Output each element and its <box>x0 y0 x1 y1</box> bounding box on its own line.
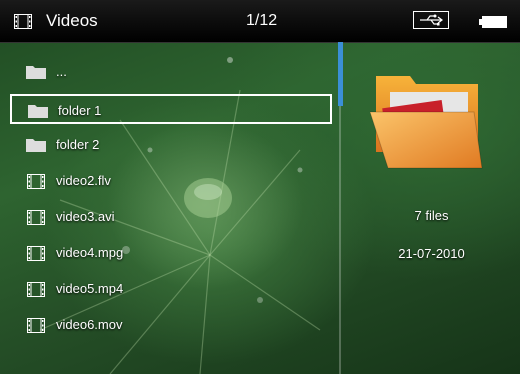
list-item[interactable]: folder 1 <box>10 94 332 124</box>
item-label: video6.mov <box>56 317 123 332</box>
usb-icon <box>413 11 449 29</box>
item-label: video2.flv <box>56 173 111 188</box>
list-item[interactable]: video3.avi <box>10 202 332 232</box>
film-icon <box>27 318 45 333</box>
list-item[interactable]: video2.flv <box>10 166 332 196</box>
page-title: Videos <box>46 11 98 30</box>
battery-icon <box>479 16 507 28</box>
film-icon <box>27 210 45 225</box>
list-item[interactable]: ... <box>10 57 332 87</box>
film-icon <box>27 174 45 189</box>
folder-icon <box>28 105 48 118</box>
folder-preview-icon <box>370 76 483 169</box>
item-counter: 1/12 <box>246 12 278 29</box>
item-label: folder 1 <box>58 103 102 118</box>
folder-date: 21-07-2010 <box>398 246 465 261</box>
item-label: video5.mp4 <box>56 281 124 296</box>
list-item[interactable]: folder 2 <box>10 130 332 160</box>
film-icon <box>27 246 45 261</box>
scrollbar[interactable] <box>338 42 343 106</box>
folder-icon <box>26 66 46 79</box>
list-item[interactable]: video6.mov <box>10 310 332 340</box>
item-label: video3.avi <box>56 209 115 224</box>
film-icon <box>14 14 32 29</box>
item-label: folder 2 <box>56 137 100 152</box>
media-browser-screen: Videos 1/12 ... folder 1 folder 2 video2… <box>0 0 520 374</box>
list-item[interactable]: video4.mpg <box>10 238 332 268</box>
list-item[interactable]: video5.mp4 <box>10 274 332 304</box>
file-count: 7 files <box>414 208 449 223</box>
film-icon <box>27 282 45 297</box>
header-bar: Videos 1/12 <box>0 0 520 43</box>
item-label: video4.mpg <box>56 245 124 260</box>
item-label: ... <box>56 64 67 79</box>
folder-icon <box>26 139 46 152</box>
